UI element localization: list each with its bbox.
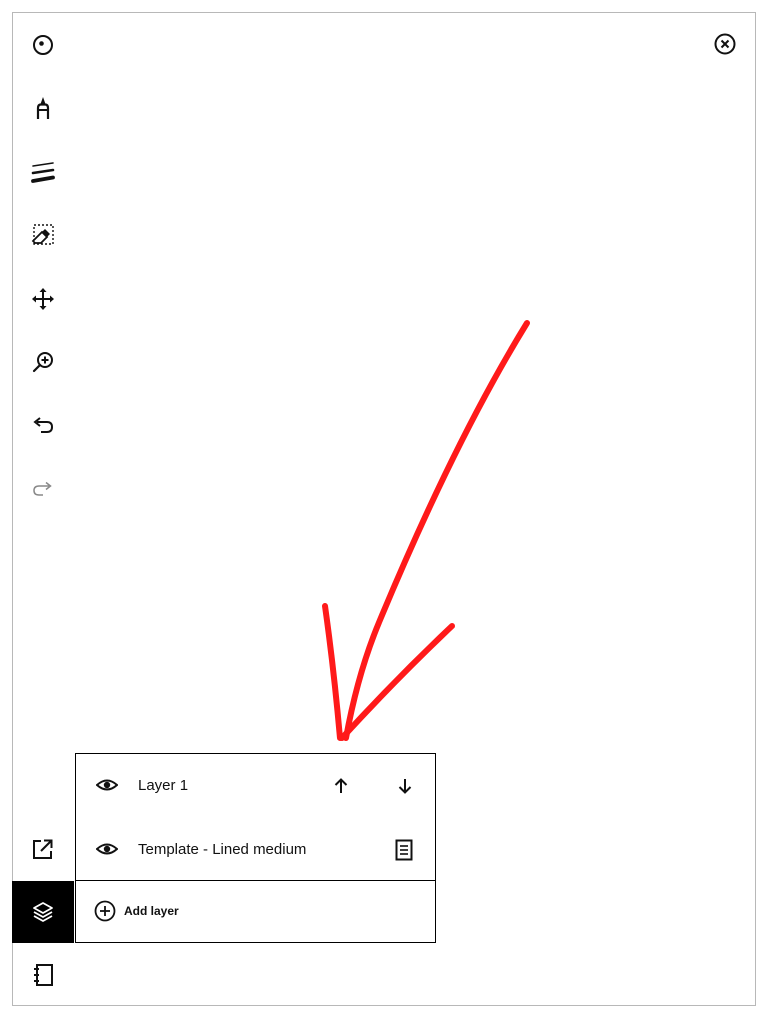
layers-panel: Layer 1 Template - Lined medium Add laye…: [75, 753, 436, 943]
eye-icon: [95, 843, 119, 855]
add-layer-button[interactable]: Add layer: [76, 881, 435, 942]
lined-page-icon: [395, 839, 413, 861]
share-export-icon: [33, 839, 53, 859]
tool-undo[interactable]: [12, 398, 74, 454]
tool-redo[interactable]: [12, 461, 74, 517]
tool-share-export[interactable]: [12, 821, 74, 877]
move-layer-up-button[interactable]: [329, 774, 353, 798]
tool-selection-eraser[interactable]: [12, 207, 74, 263]
stroke-width-icon: [31, 162, 55, 183]
undo-icon: [33, 417, 54, 433]
layer-name: Template - Lined medium: [138, 841, 307, 858]
notebook-icon: [34, 964, 53, 986]
tool-marker-pen[interactable]: [12, 80, 74, 136]
redo-icon: [33, 481, 52, 496]
tool-circle-dot[interactable]: [12, 17, 74, 73]
arrow-up-icon: [334, 778, 348, 793]
layer-row-layer-1[interactable]: Layer 1: [76, 754, 435, 817]
tool-move[interactable]: [12, 271, 74, 327]
tool-stroke-width[interactable]: [12, 144, 74, 200]
tool-layers[interactable]: [12, 881, 74, 943]
zoom-in-icon: [32, 352, 53, 373]
visibility-toggle[interactable]: [95, 776, 119, 799]
selection-eraser-icon: [31, 224, 54, 245]
tool-zoom-in[interactable]: [12, 334, 74, 390]
eye-icon: [95, 779, 119, 791]
move-layer-down-button[interactable]: [393, 774, 417, 798]
template-settings-button[interactable]: [392, 838, 416, 862]
close-circle-icon: [714, 33, 736, 55]
visibility-toggle[interactable]: [95, 840, 119, 863]
tool-notebook[interactable]: [12, 947, 74, 1003]
arrow-down-icon: [398, 779, 412, 794]
layer-row-template[interactable]: Template - Lined medium: [76, 818, 435, 881]
move-icon: [32, 288, 54, 310]
marker-pen-icon: [36, 97, 50, 119]
close-button[interactable]: [700, 20, 750, 68]
circle-dot-icon: [33, 35, 53, 55]
add-circle-icon: [94, 900, 116, 922]
add-icon-wrap: [94, 900, 116, 927]
layers-icon: [33, 902, 53, 922]
layer-name: Layer 1: [138, 777, 189, 794]
add-layer-label: Add layer: [124, 904, 179, 918]
